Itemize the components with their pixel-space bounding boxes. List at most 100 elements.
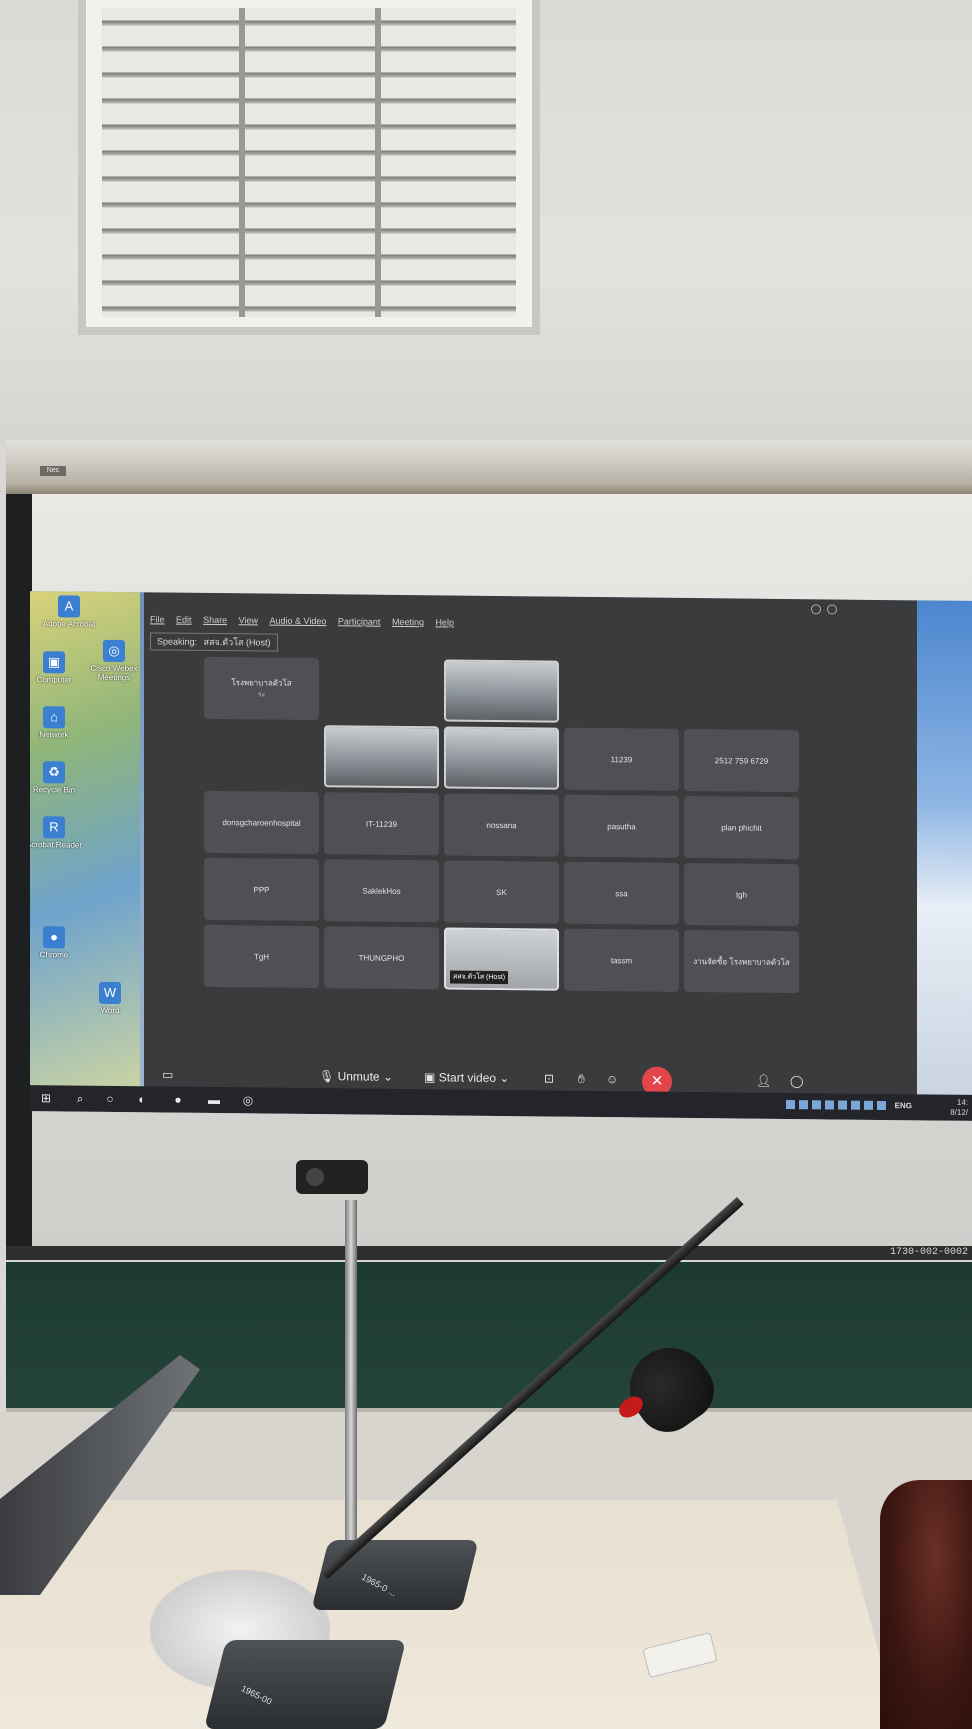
conference-desk: [0, 1500, 900, 1729]
conference-mic-base: [311, 1540, 479, 1610]
desktop-icon-network[interactable]: ⌂ Network: [30, 706, 84, 740]
desktop-icon-word[interactable]: W Word: [80, 981, 140, 1016]
tray-icon[interactable]: [825, 1100, 835, 1110]
desktop-icon-recycle-bin[interactable]: ♻ Recycle Bin: [30, 761, 84, 795]
participant-tile[interactable]: pasutha: [564, 794, 679, 858]
tray-icon[interactable]: [851, 1101, 861, 1111]
minimize-button[interactable]: [811, 604, 821, 615]
chrome-taskbar-icon[interactable]: ●: [170, 1092, 186, 1108]
share-icon[interactable]: ⊡: [544, 1071, 554, 1085]
participant-tile[interactable]: plan phichit: [684, 795, 799, 860]
tray-icon[interactable]: [786, 1100, 796, 1110]
participant-tile[interactable]: THUNGPHO: [324, 926, 439, 990]
menu-audio-video[interactable]: Audio & Video: [269, 612, 326, 631]
menu-file[interactable]: File: [150, 610, 165, 628]
desktop-icon-label: Recycle Bin: [32, 785, 76, 795]
participants-icon[interactable]: 👤︎: [756, 1074, 771, 1088]
tray-icon[interactable]: [877, 1101, 887, 1111]
louver-bar: [375, 8, 382, 317]
system-tray: ENG: [782, 1100, 912, 1113]
desktop-icon-label: Word: [100, 1005, 120, 1016]
participant-tile[interactable]: SK: [444, 860, 559, 924]
menu-help[interactable]: Help: [435, 613, 454, 631]
tray-icon[interactable]: [864, 1101, 874, 1111]
participant-tile[interactable]: โรงพยาบาลตัวโสระ: [204, 656, 319, 721]
participant-video-tile[interactable]: [444, 659, 559, 723]
maximize-button[interactable]: [827, 604, 837, 615]
clock-time: 14:: [956, 1097, 968, 1107]
unmute-label: Unmute: [337, 1069, 380, 1084]
participant-name: tassm: [610, 955, 633, 965]
participant-sub: ระ: [257, 691, 266, 699]
hand-icon[interactable]: ✋︎: [578, 1072, 585, 1087]
webex-icon: ◎: [103, 639, 125, 663]
taskbar-clock[interactable]: 14: 8/12/: [950, 1098, 968, 1118]
tray-icon[interactable]: [812, 1100, 822, 1110]
edge-icon[interactable]: ◐: [134, 1091, 150, 1107]
desktop-icon-reader[interactable]: R Acrobat Reader: [30, 816, 84, 850]
louver-bar: [238, 8, 245, 317]
search-icon[interactable]: ⌕: [72, 1091, 88, 1107]
participant-name: 2512 759 6729: [714, 755, 769, 766]
speaking-indicator: Speaking: สสจ.ตัวโส (Host): [150, 632, 278, 652]
participant-name: plan phichit: [721, 822, 762, 833]
speaking-label: Speaking:: [157, 636, 198, 647]
projector-screen-roller: [6, 440, 972, 494]
participant-tile[interactable]: 2512 759 6729: [684, 728, 799, 793]
participant-tile[interactable]: IT-11239: [324, 792, 439, 856]
participant-video-tile[interactable]: [324, 725, 439, 789]
participant-tile[interactable]: TgH: [204, 924, 319, 989]
participant-name: tgh: [735, 889, 748, 900]
participant-tile[interactable]: งานจัดซื้อ โรงพยาบาลตัวโส: [684, 929, 799, 994]
webex-taskbar-icon[interactable]: ◎: [240, 1092, 256, 1108]
menu-view[interactable]: View: [239, 611, 258, 629]
participant-name: ssa: [615, 888, 628, 898]
menu-edit[interactable]: Edit: [176, 611, 192, 629]
participant-name: งานจัดซื้อ โรงพยาบาลตัวโส: [693, 956, 790, 967]
participant-grid: โรงพยาบาลตัวโสระ 11239 2512 759 6729 don…: [204, 656, 804, 1008]
menu-participant[interactable]: Participant: [338, 612, 381, 630]
desktop-icon-label: Adobe Acrobat: [42, 619, 96, 629]
windows-start-icon[interactable]: ⊞: [38, 1090, 54, 1106]
participant-tile[interactable]: SaklekHos: [324, 859, 439, 923]
desktop-icon-computer[interactable]: ▣ Computer: [30, 651, 84, 685]
host-share-tile[interactable]: สสจ.ตัวโส (Host): [444, 927, 559, 991]
chat-bubble-icon[interactable]: ◯: [790, 1074, 803, 1088]
tray-icon[interactable]: [838, 1100, 848, 1111]
webex-meeting-window: File Edit Share View Audio & Video Parti…: [144, 592, 917, 1106]
desktop-icon-acrobat[interactable]: A Adobe Acrobat: [34, 595, 104, 629]
participant-video-tile[interactable]: [444, 726, 559, 790]
tray-icon[interactable]: [799, 1100, 809, 1110]
chrome-icon: ●: [43, 926, 65, 949]
language-indicator[interactable]: ENG: [895, 1101, 912, 1110]
participant-name: โรงพยาบาลตัวโส: [231, 678, 292, 688]
participant-tile[interactable]: nossana: [444, 793, 559, 857]
task-view-icon[interactable]: ○: [102, 1091, 118, 1107]
desktop-icon-webex[interactable]: ◎ Cisco Webex Meetings: [86, 639, 142, 683]
desktop-icon-label: Acrobat Reader: [30, 840, 83, 850]
screen-serial-label: 1730-002-0002: [889, 1247, 968, 1258]
close-icon: ✕: [650, 1072, 664, 1090]
participant-tile[interactable]: donsgcharoenhospital: [204, 790, 319, 855]
participant-name: pasutha: [607, 821, 636, 831]
start-video-button[interactable]: ▣ Start video ⌄: [424, 1070, 509, 1085]
projected-desktop: A Adobe Acrobat ◎ Cisco Webex Meetings ▣ Co…: [30, 591, 972, 1121]
reactions-icon[interactable]: ☺: [606, 1072, 618, 1086]
ceiling-light-fixture: [78, 0, 540, 335]
file-explorer-icon[interactable]: ▬: [206, 1092, 222, 1108]
participant-tile[interactable]: PPP: [204, 857, 319, 922]
unmute-button[interactable]: 🎙︎ Unmute ⌄: [319, 1069, 393, 1084]
menu-share[interactable]: Share: [203, 611, 227, 629]
desktop-icon-label: Cisco Webex Meetings: [90, 663, 138, 683]
office-chair: [880, 1480, 972, 1729]
participant-tile[interactable]: ssa: [564, 861, 679, 925]
participant-tile[interactable]: tgh: [684, 862, 799, 927]
chat-icon[interactable]: ▭: [162, 1067, 173, 1081]
participant-tile[interactable]: tassm: [564, 928, 679, 992]
camera-icon: ▣: [424, 1070, 436, 1085]
menu-meeting[interactable]: Meeting: [392, 613, 424, 631]
desktop-icon-chrome[interactable]: ● Chrome: [30, 926, 84, 960]
network-icon: ⌂: [43, 706, 65, 729]
participant-tile[interactable]: 11239: [564, 727, 679, 791]
word-icon: W: [99, 981, 121, 1005]
